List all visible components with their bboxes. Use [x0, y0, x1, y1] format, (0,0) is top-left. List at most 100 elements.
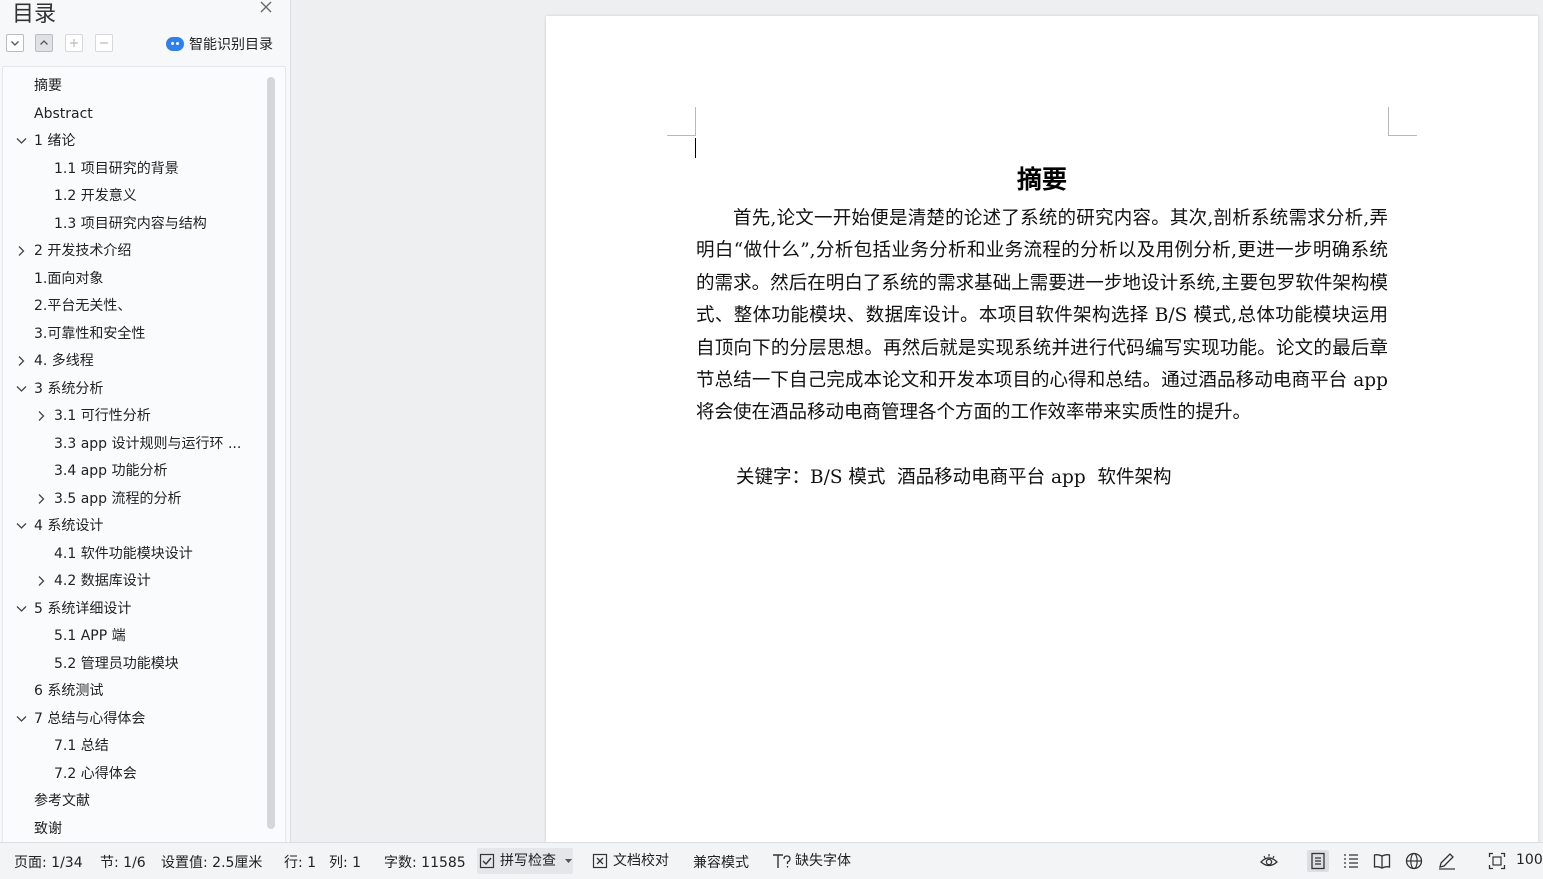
proofread-label: 文档校对 — [613, 853, 669, 869]
toc-item[interactable]: 4.1 软件功能模块设计 — [3, 542, 261, 566]
expand-all-icon[interactable] — [6, 34, 24, 52]
toc-item-label: 3 系统分析 — [34, 380, 104, 397]
section-indicator[interactable]: 节: 1/6 — [100, 852, 146, 872]
toc-item[interactable]: 5.2 管理员功能模块 — [3, 652, 261, 676]
toc-item[interactable]: 3.1 可行性分析 — [3, 404, 261, 428]
toc-item-label: 1.面向对象 — [34, 270, 104, 287]
chevron-down-icon[interactable] — [15, 129, 29, 153]
chevron-down-icon[interactable] — [15, 707, 29, 731]
margin-mark-top-left — [667, 107, 696, 136]
proofread-icon — [592, 853, 608, 869]
toc-item-label: 1 绪论 — [34, 133, 76, 149]
toc-item-label: 3.1 可行性分析 — [54, 408, 151, 424]
toc-item-label: 7.2 心得体会 — [54, 765, 137, 782]
toc-item-label: 2.平台无关性、 — [34, 298, 132, 314]
write-mode-icon[interactable] — [1435, 850, 1457, 872]
toc-item[interactable]: 4 系统设计 — [3, 514, 261, 538]
ai-toc-label: 智能识别目录 — [189, 37, 273, 53]
toc-item-label: 3.5 app 流程的分析 — [54, 490, 182, 507]
toc-item-label: 7 总结与心得体会 — [34, 710, 146, 727]
collapse-all-icon[interactable] — [35, 34, 53, 52]
toc-item[interactable]: 5.1 APP 端 — [3, 624, 261, 648]
toc-item-label: 4.2 数据库设计 — [54, 573, 151, 589]
toc-item[interactable]: 3.3 app 设计规则与运行环 ... — [3, 432, 261, 456]
chevron-right-icon[interactable] — [35, 569, 49, 593]
toc-item[interactable]: 4. 多线程 — [3, 349, 261, 373]
remove-heading-icon[interactable] — [95, 34, 113, 52]
missing-font-button[interactable]: 缺失字体 — [772, 848, 862, 874]
toc-item[interactable]: 7.2 心得体会 — [3, 762, 261, 786]
toc-item[interactable]: 7.1 总结 — [3, 734, 261, 758]
toc-item[interactable]: 1 绪论 — [3, 129, 261, 153]
toc-item-label: 5.1 APP 端 — [54, 628, 126, 644]
toc-item[interactable]: 1.3 项目研究内容与结构 — [3, 212, 261, 236]
document-body-paragraph[interactable]: 首先,论文一开始便是清楚的论述了系统的研究内容。其次,剖析系统需求分析,弄明白“… — [696, 203, 1388, 430]
toc-scrollbar[interactable] — [267, 77, 275, 829]
row-indicator: 行: 1 — [284, 855, 317, 871]
missing-font-icon — [773, 854, 791, 868]
eye-protection-icon[interactable] — [1257, 850, 1279, 872]
toc-item[interactable]: 1.面向对象 — [3, 267, 261, 291]
spellcheck-icon — [479, 853, 495, 869]
chevron-right-icon[interactable] — [15, 239, 29, 263]
toc-item[interactable]: 5 系统详细设计 — [3, 597, 261, 621]
toc-item[interactable]: 7 总结与心得体会 — [3, 707, 261, 731]
word-count[interactable]: 字数: 11585 — [384, 852, 466, 872]
web-view-icon[interactable] — [1403, 850, 1425, 872]
toc-item[interactable]: 2 开发技术介绍 — [3, 239, 261, 263]
status-bar: 页面: 1/34 节: 1/6 设置值: 2.5厘米 行: 1 列: 1 字数:… — [0, 842, 1543, 879]
compat-mode[interactable]: 兼容模式 — [693, 852, 749, 872]
chevron-right-icon[interactable] — [35, 487, 49, 511]
toc-item[interactable]: 参考文献 — [3, 789, 261, 813]
outline-view-icon[interactable] — [1340, 850, 1362, 872]
toc-panel: 目录 智能识别目录 摘要 Abstract 1 绪论 1.1 项目研究的背景 1.2 开… — [0, 0, 291, 844]
toc-item-label: 3.4 app 功能分析 — [54, 463, 168, 479]
spellcheck-label: 拼写检查 — [500, 853, 556, 869]
page-view-icon[interactable] — [1307, 850, 1329, 872]
ai-toc-button[interactable]: 智能识别目录 — [166, 34, 273, 54]
toc-item[interactable]: 致谢 — [3, 817, 261, 841]
add-heading-icon[interactable] — [65, 34, 83, 52]
toc-item[interactable]: 1.2 开发意义 — [3, 184, 261, 208]
ai-robot-icon — [166, 37, 184, 51]
toc-item[interactable]: 3.可靠性和安全性 — [3, 322, 261, 346]
chevron-right-icon[interactable] — [15, 349, 29, 373]
toc-item[interactable]: 1.1 项目研究的背景 — [3, 157, 261, 181]
chevron-down-icon[interactable] — [15, 597, 29, 621]
column-indicator: 列: 1 — [329, 855, 362, 871]
proofread-button[interactable]: 文档校对 — [590, 848, 680, 874]
fit-page-icon[interactable] — [1486, 850, 1508, 872]
spellcheck-button[interactable]: 拼写检查 — [477, 848, 573, 874]
toc-item[interactable]: 3.4 app 功能分析 — [3, 459, 261, 483]
document-heading[interactable]: 摘要 — [696, 160, 1388, 196]
page-indicator[interactable]: 页面: 1/34 — [14, 852, 83, 872]
toc-item[interactable]: 摘要 — [3, 74, 261, 98]
toc-item[interactable]: 2.平台无关性、 — [3, 294, 261, 318]
close-icon[interactable] — [257, 0, 275, 18]
toc-item-label: 7.1 总结 — [54, 738, 109, 754]
toc-item[interactable]: 3 系统分析 — [3, 377, 261, 401]
toc-item[interactable]: 6 系统测试 — [3, 679, 261, 703]
reading-view-icon[interactable] — [1371, 850, 1393, 872]
document-page[interactable]: 摘要 首先,论文一开始便是清楚的论述了系统的研究内容。其次,剖析系统需求分析,弄… — [546, 16, 1538, 842]
chevron-down-icon[interactable] — [15, 514, 29, 538]
text-cursor — [695, 138, 696, 158]
toc-item[interactable]: 3.5 app 流程的分析 — [3, 487, 261, 511]
toc-item-label: 参考文献 — [34, 793, 90, 809]
document-keywords[interactable]: 关键字：B/S 模式 酒品移动电商平台 app 软件架构 — [736, 462, 1172, 494]
toc-item-label: 1.1 项目研究的背景 — [54, 160, 179, 177]
toc-item-label: 5 系统详细设计 — [34, 600, 132, 617]
toc-item-label: 5.2 管理员功能模块 — [54, 655, 179, 672]
toc-item[interactable]: Abstract — [3, 102, 261, 126]
chevron-down-icon[interactable] — [15, 377, 29, 401]
toc-item-label: 3.3 app 设计规则与运行环 ... — [54, 435, 242, 452]
setting-indicator[interactable]: 设置值: 2.5厘米 — [161, 852, 262, 872]
missing-font-label: 缺失字体 — [795, 853, 851, 869]
toc-item-label: 1.3 项目研究内容与结构 — [54, 215, 207, 232]
toc-item-label: 6 系统测试 — [34, 683, 104, 699]
toc-item[interactable]: 4.2 数据库设计 — [3, 569, 261, 593]
chevron-down-icon — [565, 859, 572, 863]
zoom-level[interactable]: 100 — [1516, 852, 1543, 868]
chevron-right-icon[interactable] — [35, 404, 49, 428]
toc-item-label: 3.可靠性和安全性 — [34, 325, 146, 342]
